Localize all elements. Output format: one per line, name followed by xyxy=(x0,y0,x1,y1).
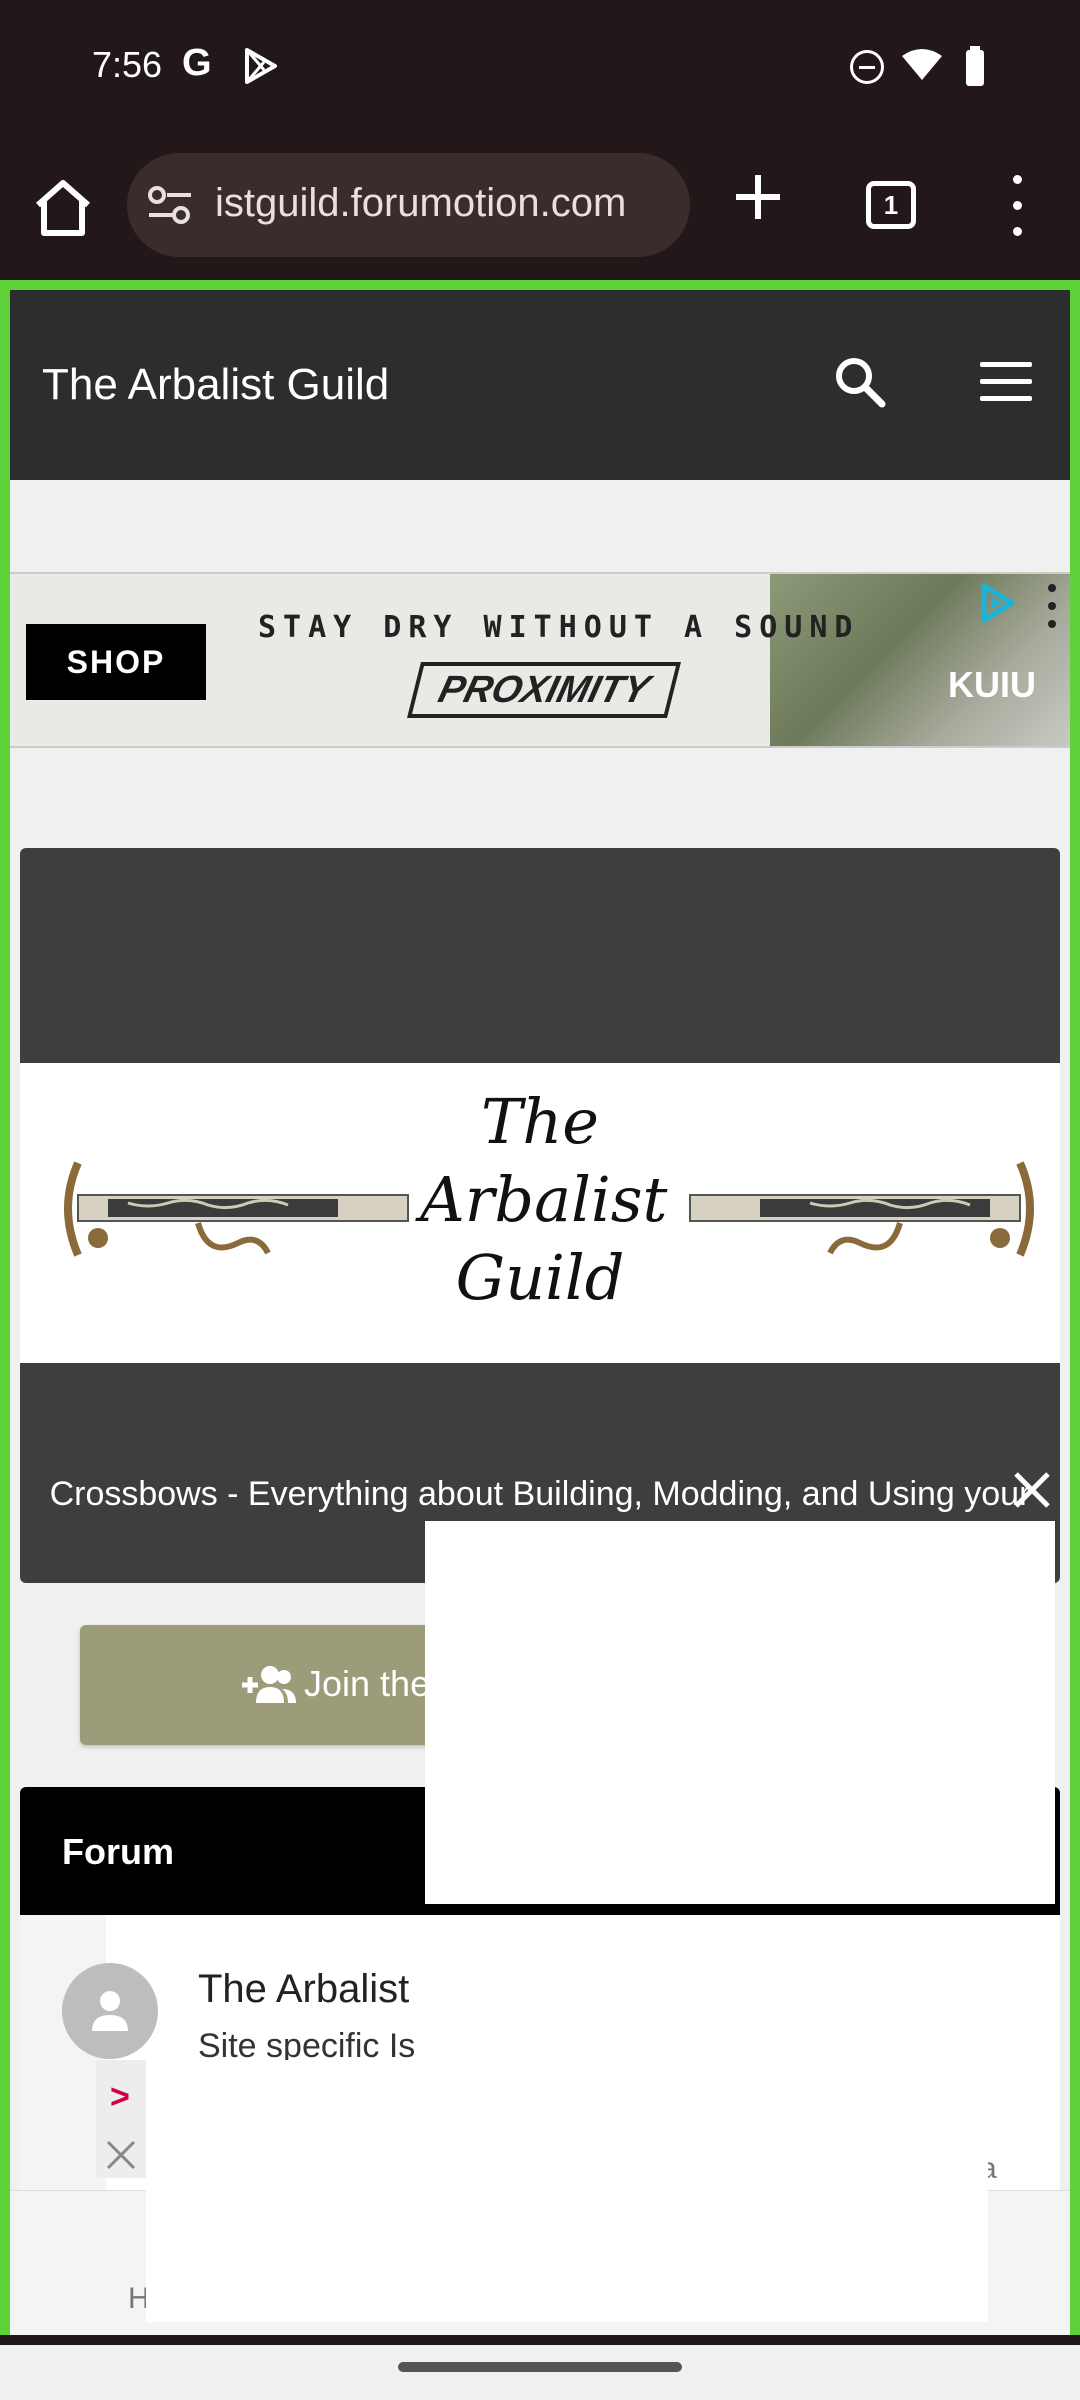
ad-brand: PROXIMITY xyxy=(407,662,681,718)
logo-text: The Arbalist Guild xyxy=(420,1085,668,1314)
address-bar[interactable]: istguild.forumotion.com xyxy=(127,153,690,257)
popup-ad-overlay[interactable] xyxy=(425,1521,1055,1904)
web-content: The Arbalist Guild SHOP STAY DRY WITHOUT… xyxy=(0,280,1080,2335)
browser-toolbar: istguild.forumotion.com 1 xyxy=(0,135,1080,280)
home-gesture-handle[interactable] xyxy=(398,2362,682,2372)
ad-tagline: STAY DRY WITHOUT A SOUND xyxy=(258,610,860,645)
home-icon[interactable] xyxy=(30,175,96,241)
more-options-icon[interactable] xyxy=(1004,173,1030,239)
play-store-icon xyxy=(245,48,277,84)
crossbow-right-image xyxy=(689,1161,1034,1257)
battery-icon xyxy=(966,46,984,86)
add-user-icon xyxy=(242,1666,296,1703)
forum-banner: The Arbalist Guild Crossbows - Everythin… xyxy=(20,848,1060,1583)
system-nav-bar xyxy=(0,2345,1080,2400)
search-icon[interactable] xyxy=(832,354,888,410)
forum-row-stripe xyxy=(20,1915,106,2215)
forum-title[interactable]: The Arbalist xyxy=(198,1967,409,2012)
ad-photo xyxy=(770,574,1070,746)
crossbow-left-image xyxy=(64,1161,409,1257)
close-icon[interactable] xyxy=(104,2138,138,2172)
site-header: The Arbalist Guild xyxy=(10,290,1070,480)
ad-options-icon[interactable] xyxy=(1046,582,1058,630)
forum-description: Crossbows - Everything about Building, M… xyxy=(49,1475,1031,1513)
status-bar: 7:56 G xyxy=(0,0,1080,135)
ad-maker-logo: KUIU xyxy=(948,664,1036,705)
do-not-disturb-icon xyxy=(850,50,884,84)
banner-image: The Arbalist Guild xyxy=(20,1063,1060,1363)
ad-side-tab[interactable]: > xyxy=(96,2060,146,2178)
wifi-icon xyxy=(902,49,942,80)
hamburger-menu-icon[interactable] xyxy=(980,362,1032,402)
url-text[interactable]: istguild.forumotion.com xyxy=(215,181,675,226)
ad-shop-button[interactable]: SHOP xyxy=(26,624,206,700)
google-icon: G xyxy=(182,42,212,84)
ad-choices-icon[interactable] xyxy=(974,580,1020,626)
close-icon[interactable] xyxy=(1010,1468,1054,1512)
site-title[interactable]: The Arbalist Guild xyxy=(42,360,389,410)
new-tab-icon[interactable] xyxy=(730,169,786,225)
tab-switcher-button[interactable]: 1 xyxy=(866,181,916,229)
forum-header-label: Forum xyxy=(62,1831,174,1872)
bottom-ad-box[interactable] xyxy=(146,2060,988,2322)
status-time: 7:56 xyxy=(92,44,163,85)
chevron-right-icon[interactable]: > xyxy=(110,2078,130,2117)
ad-banner[interactable]: SHOP STAY DRY WITHOUT A SOUND PROXIMITY … xyxy=(10,572,1070,748)
avatar xyxy=(62,1963,158,2059)
site-settings-icon[interactable] xyxy=(147,185,193,225)
join-button-label: Join the xyxy=(304,1663,431,1704)
